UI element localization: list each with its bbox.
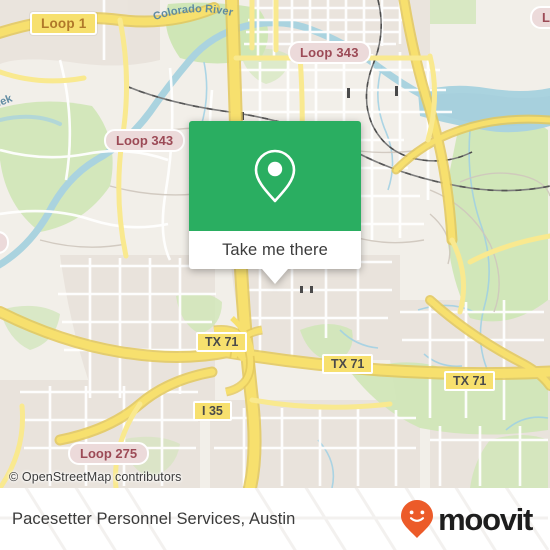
map-shield-loop-edge-right[interactable]: Lo bbox=[530, 6, 550, 29]
place-title: Pacesetter Personnel Services, Austin bbox=[12, 509, 296, 528]
place-popup-card[interactable]: Take me there bbox=[189, 121, 361, 284]
moovit-place-map-screen: Colorado River eek Loop 1 Loop 343 Lo Lo… bbox=[0, 0, 550, 550]
map-shield-label: Loop 275 bbox=[80, 446, 138, 461]
map-shield-label: TX 71 bbox=[331, 357, 365, 371]
moovit-pin-icon bbox=[401, 500, 434, 538]
map-shield-label: Loop 343 bbox=[116, 133, 174, 148]
popup-pointer-tail bbox=[262, 269, 288, 284]
location-pin-icon bbox=[253, 148, 297, 204]
footer-content: Pacesetter Personnel Services, Austin mo… bbox=[0, 488, 550, 550]
map-shield-label: TX 71 bbox=[453, 374, 487, 388]
moovit-wordmark: moovit bbox=[438, 501, 533, 537]
map-shield-loop-343-left[interactable]: Loop 343 bbox=[104, 129, 186, 152]
take-me-there-label: Take me there bbox=[222, 240, 328, 259]
map-shield-label: Lo bbox=[542, 10, 550, 25]
map-shield-label: I 35 bbox=[202, 404, 223, 418]
map-shield-label: Loop 1 bbox=[41, 16, 87, 31]
map-shield-loop-275[interactable]: Loop 275 bbox=[68, 442, 150, 465]
osm-attribution[interactable]: © OpenStreetMap contributors bbox=[9, 470, 182, 484]
map-shield-tx-71-mid[interactable]: TX 71 bbox=[322, 354, 374, 374]
popup-header bbox=[189, 121, 361, 231]
map-shield-tx-71-west[interactable]: TX 71 bbox=[196, 332, 248, 352]
map-shield-label: Loop 343 bbox=[300, 45, 359, 60]
map-shield-i-35[interactable]: I 35 bbox=[193, 401, 232, 421]
map-shield-loop-1[interactable]: Loop 1 bbox=[30, 12, 98, 35]
map-canvas[interactable]: Colorado River eek Loop 1 Loop 343 Lo Lo… bbox=[0, 0, 550, 488]
moovit-logo[interactable]: moovit bbox=[400, 499, 533, 539]
map-shield-tx-71-east[interactable]: TX 71 bbox=[444, 371, 496, 391]
map-shield-loop-343-top[interactable]: Loop 343 bbox=[288, 41, 371, 64]
footer-bar: Pacesetter Personnel Services, Austin mo… bbox=[0, 488, 550, 550]
map-shield-label: TX 71 bbox=[205, 335, 239, 349]
popup-footer[interactable]: Take me there bbox=[189, 231, 361, 269]
